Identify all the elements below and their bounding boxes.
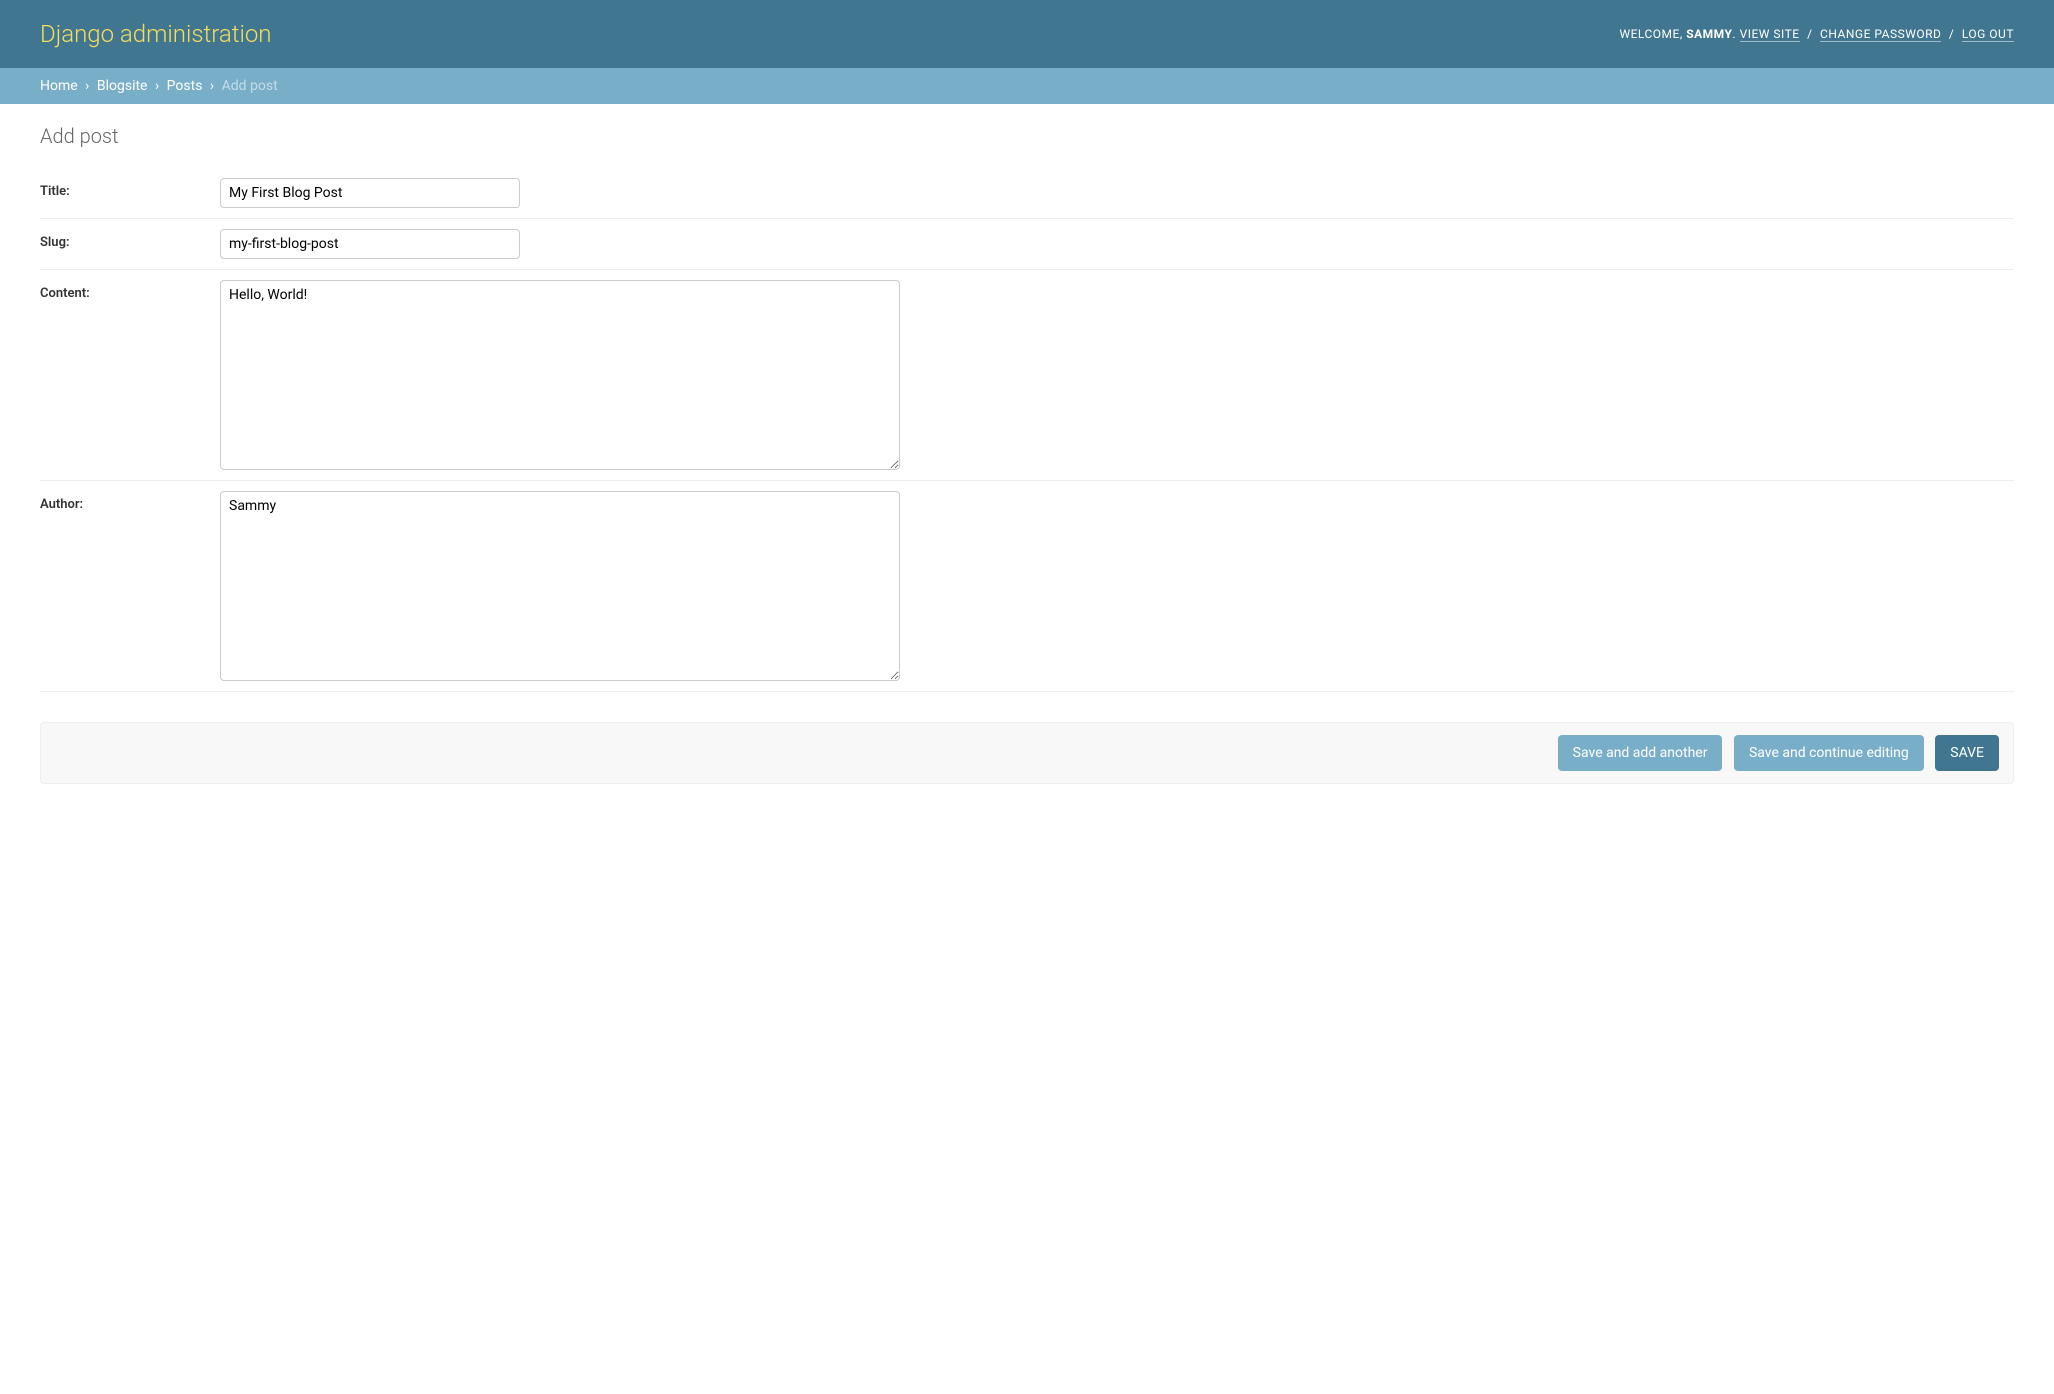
form-row-content: Content: — [40, 270, 2014, 481]
save-add-another-button[interactable] — [1558, 735, 1723, 771]
form-row-slug: Slug: — [40, 219, 2014, 270]
welcome-prefix: WELCOME, — [1619, 27, 1686, 41]
breadcrumb-current: Add post — [222, 78, 278, 94]
save-continue-button[interactable] — [1734, 735, 1924, 771]
breadcrumb: Home › Blogsite › Posts › Add post — [0, 68, 2054, 104]
breadcrumb-app[interactable]: Blogsite — [97, 78, 148, 94]
form-row-author: Author: — [40, 481, 2014, 692]
logout-link[interactable]: LOG OUT — [1962, 27, 2014, 42]
content-textarea[interactable] — [220, 280, 900, 470]
content-label: Content: — [40, 280, 220, 301]
form-fieldset: Title: Slug: Content: Author: — [40, 168, 2014, 692]
branding: Django administration — [40, 20, 272, 48]
breadcrumb-home[interactable]: Home — [40, 78, 78, 94]
page-title: Add post — [40, 124, 2014, 148]
user-tools: WELCOME, SAMMY. VIEW SITE / CHANGE PASSW… — [1619, 27, 2014, 41]
admin-header: Django administration WELCOME, SAMMY. VI… — [0, 0, 2054, 68]
form-row-title: Title: — [40, 168, 2014, 219]
username: SAMMY — [1686, 27, 1732, 41]
slug-input[interactable] — [220, 229, 520, 259]
site-title: Django administration — [40, 20, 272, 48]
author-textarea[interactable] — [220, 491, 900, 681]
submit-row — [40, 722, 2014, 784]
breadcrumb-model[interactable]: Posts — [167, 78, 203, 94]
save-button[interactable] — [1935, 735, 1999, 771]
view-site-link[interactable]: VIEW SITE — [1740, 27, 1800, 42]
slug-label: Slug: — [40, 229, 220, 250]
author-label: Author: — [40, 491, 220, 512]
change-password-link[interactable]: CHANGE PASSWORD — [1820, 27, 1941, 42]
title-input[interactable] — [220, 178, 520, 208]
content: Add post Title: Slug: Content: Author: — [0, 104, 2054, 804]
title-label: Title: — [40, 178, 220, 199]
